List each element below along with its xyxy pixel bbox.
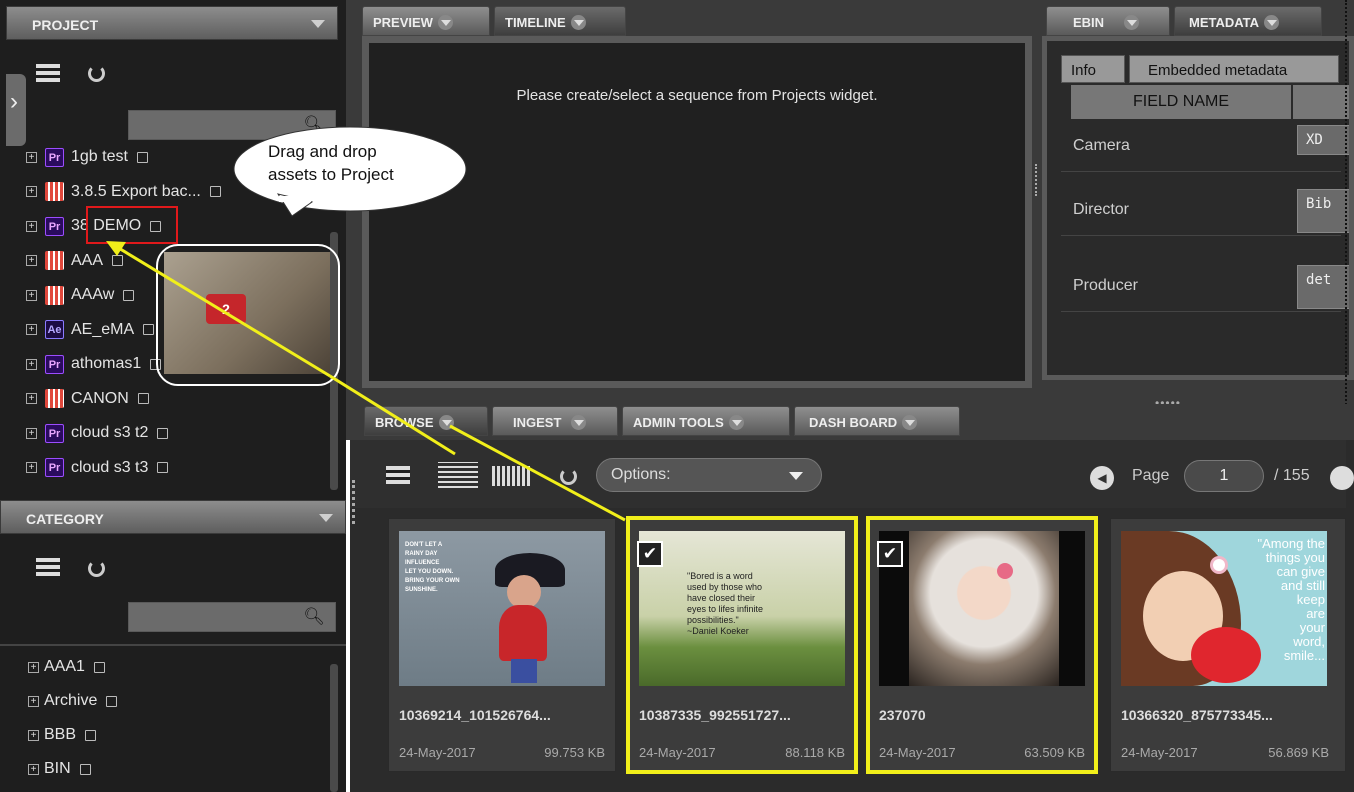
callout-text: Drag and drop assets to Project xyxy=(268,142,394,184)
checkbox-checked[interactable]: ✔ xyxy=(637,541,663,567)
arrow-from-assets xyxy=(329,374,456,456)
arrowhead-icon xyxy=(106,241,126,256)
drag-arrows xyxy=(106,241,626,522)
checkbox-checked[interactable]: ✔ xyxy=(877,541,903,567)
arrow-to-project xyxy=(111,242,331,378)
